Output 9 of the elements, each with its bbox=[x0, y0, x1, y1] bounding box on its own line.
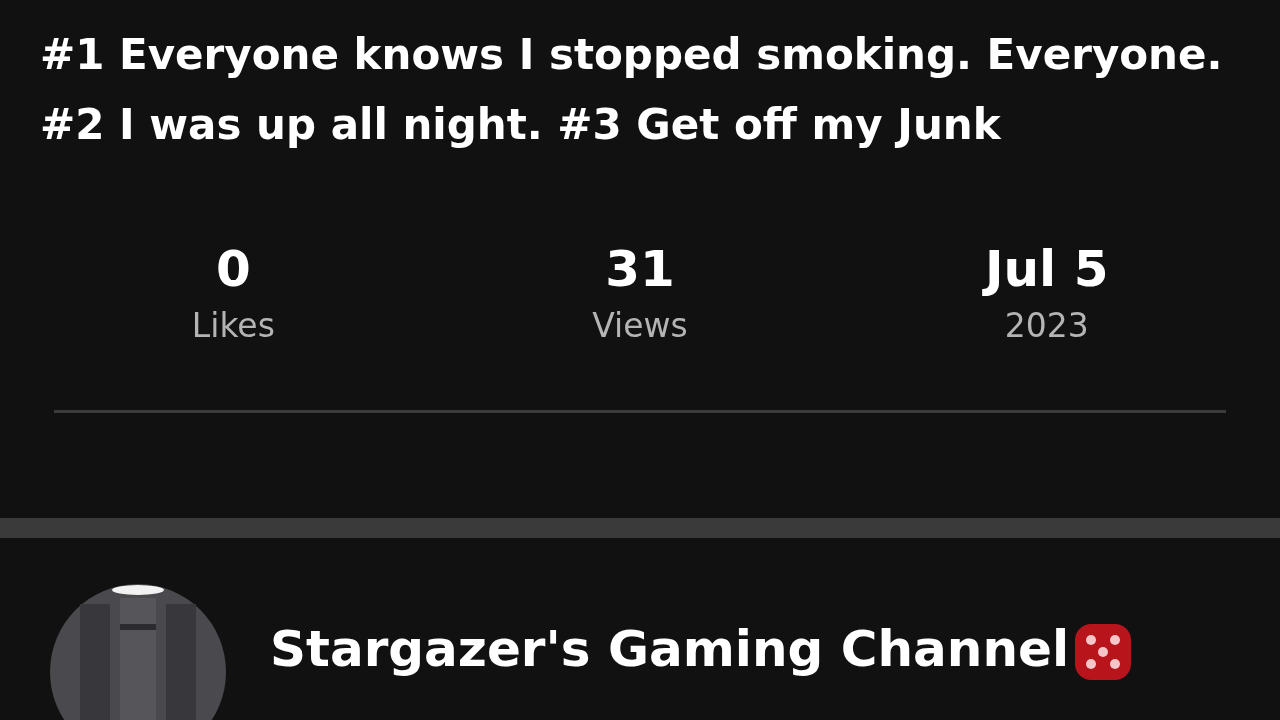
stat-label: 2023 bbox=[1004, 305, 1089, 347]
stat-value: 0 bbox=[215, 239, 251, 300]
channel-name[interactable]: Stargazer's Gaming Channel bbox=[270, 620, 1070, 678]
dice-icon bbox=[1073, 622, 1134, 682]
stat-label: Likes bbox=[191, 305, 275, 347]
post-text: #1 Everyone knows I stopped smoking. Everyone. #2 I was up all night. #3 Get off my Junk bbox=[39, 29, 1224, 151]
stat-value: Jul 5 bbox=[984, 239, 1109, 300]
stat-label: Views bbox=[592, 305, 688, 347]
stat-value: 31 bbox=[605, 239, 675, 300]
